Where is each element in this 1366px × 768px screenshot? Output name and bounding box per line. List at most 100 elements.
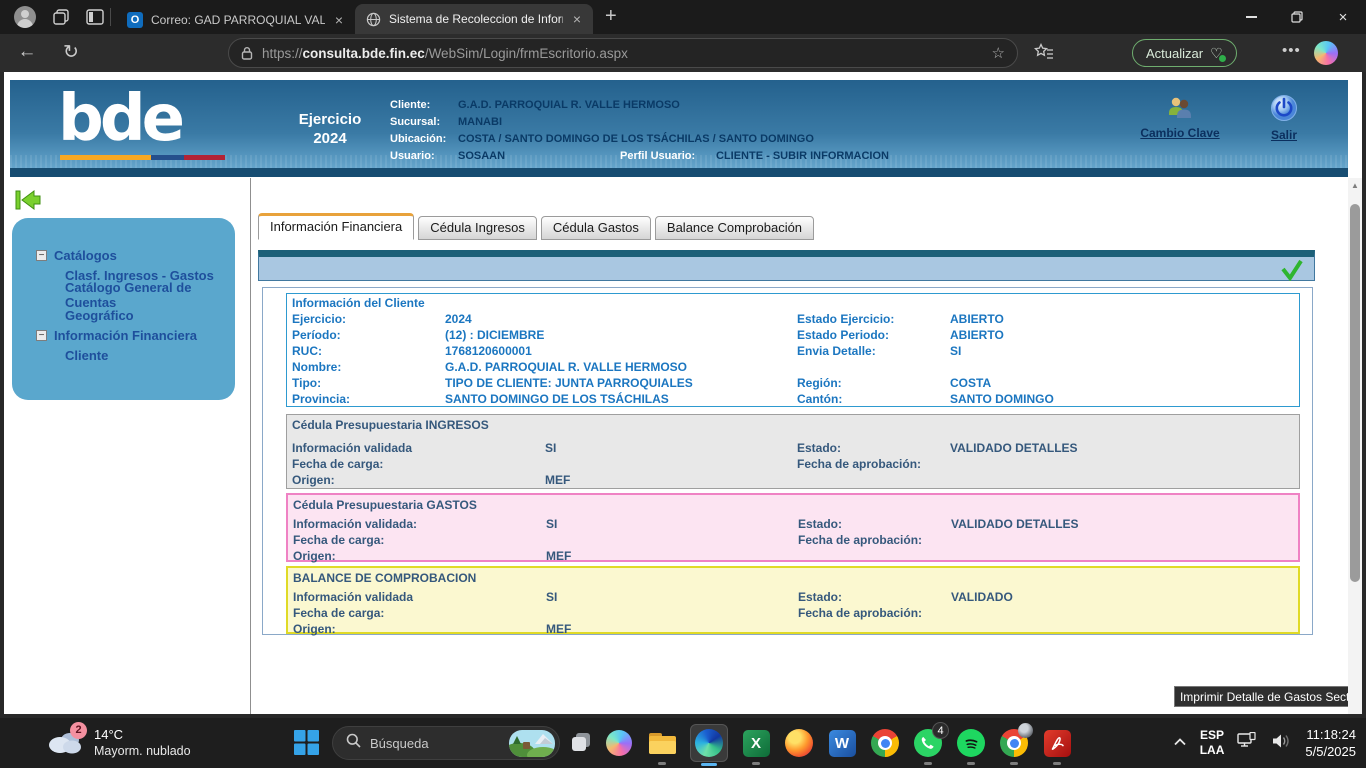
field-label: Tipo: [292,376,445,390]
field-label: Envia Detalle: [797,344,950,358]
field-label: Período: [292,328,445,342]
whatsapp-badge: 4 [932,722,949,739]
actualizar-button[interactable]: Actualizar ♡ [1132,39,1237,67]
sidebar-item-catalogo-general-cuentas[interactable]: Catálogo General de Cuentas [12,285,235,305]
collapse-box-icon[interactable]: − [36,330,47,341]
field-label: RUC: [292,344,445,358]
tab-close-icon[interactable]: × [571,11,583,27]
window-close-button[interactable]: × [1320,0,1366,34]
field-value: 1768120600001 [445,344,797,358]
browser-tab-sistema[interactable]: Sistema de Recoleccion de Inform × [355,4,593,34]
field-label: Cantón: [797,392,950,406]
search-input[interactable]: Búsqueda [332,726,560,760]
sidebar-item-catalogos[interactable]: −Catálogos [12,245,235,265]
outlook-icon: O [127,12,143,28]
start-button[interactable] [294,730,319,760]
back-button[interactable]: ← [14,41,40,63]
tray-chevron-icon[interactable] [1173,734,1187,752]
sidebar-item-cliente[interactable]: Cliente [12,345,235,365]
spotify-app-icon[interactable] [956,728,986,758]
bde-logo-underline [60,155,225,160]
url-text: https://consulta.bde.fin.ec/WebSim/Login… [262,46,983,61]
tab-informacion-financiera[interactable]: Información Financiera [258,213,414,240]
field-value: SI [546,517,798,531]
search-highlight-image[interactable] [509,730,555,757]
copilot-app-icon[interactable] [604,728,634,758]
window-restore-button[interactable] [1274,0,1320,34]
copilot-icon[interactable] [1314,41,1338,65]
field-value: SANTO DOMINGO DE LOS TSÁCHILAS [445,392,797,406]
weather-desc: Mayorm. nublado [94,743,191,760]
section-title: Cédula Presupuestaria GASTOS [288,495,1298,516]
new-tab-button[interactable]: + [605,5,617,28]
scrollbar-thumb[interactable] [1350,204,1360,582]
firefox-app-icon[interactable] [784,728,814,758]
file-explorer-icon[interactable] [647,728,677,758]
scrollbar-up-arrow[interactable]: ▲ [1348,178,1362,194]
field-value: G.A.D. PARROQUIAL R. VALLE HERMOSO [458,99,680,111]
web-page: bde Ejercicio 2024 Cliente:G.A.D. PARROQ… [0,72,1366,718]
content-tabs: Información Financiera Cédula Ingresos C… [258,213,814,240]
weather-widget[interactable]: 2 14°C Mayorm. nublado [46,726,191,760]
collapse-menu-arrow-icon[interactable] [14,188,42,217]
salir-link[interactable]: Salir [1254,94,1314,142]
tab-cedula-ingresos[interactable]: Cédula Ingresos [418,216,537,240]
weather-cloud-icon: 2 [46,727,84,760]
whatsapp-app-icon[interactable]: 4 [913,728,943,758]
screen: O Correo: GAD PARROQUIAL VALLE × Sistema… [0,0,1366,768]
field-value: CLIENTE - SUBIR INFORMACION [716,150,889,162]
favorites-bar-icon[interactable] [1034,43,1054,66]
users-icon [1163,109,1197,123]
field-label: Usuario: [390,150,458,162]
window-minimize-button[interactable] [1228,0,1274,34]
field-value: COSTA / SANTO DOMINGO DE LOS TSÁCHILAS /… [458,133,814,145]
bookmark-star-icon[interactable]: ☆ [992,44,1005,62]
field-value: VALIDADO DETALLES [951,517,1298,531]
clock-widget[interactable]: 11:18:24 5/5/2025 [1305,726,1356,760]
field-value: TIPO DE CLIENTE: JUNTA PARROQUIALES [445,376,797,390]
task-view-icon[interactable] [570,731,592,758]
field-label: Fecha de aprobación: [798,533,951,547]
tab-cedula-gastos[interactable]: Cédula Gastos [541,216,651,240]
cambio-clave-link[interactable]: Cambio Clave [1130,96,1230,140]
header-fields: Cliente:G.A.D. PARROQUIAL R. VALLE HERMO… [390,96,889,164]
vertical-tabs-icon[interactable] [86,9,104,25]
acrobat-app-icon[interactable] [1042,728,1072,758]
field-label: Estado Periodo: [797,328,950,342]
workspaces-icon[interactable] [52,8,70,26]
field-value: COSTA [950,376,1299,390]
field-label: Perfil Usuario: [620,150,716,162]
network-icon[interactable] [1237,732,1259,755]
ejercicio-label: Ejercicio 2024 [270,110,390,148]
browser-tab-correo[interactable]: O Correo: GAD PARROQUIAL VALLE × [117,6,355,34]
volume-icon[interactable] [1272,733,1292,754]
field-label: Estado Ejercicio: [797,312,950,326]
field-label: Ejercicio: [292,312,445,326]
collapse-box-icon[interactable]: − [36,250,47,261]
browser-menu-button[interactable]: ••• [1282,42,1301,59]
edge-app-icon[interactable] [690,724,728,762]
field-label: Provincia: [292,392,445,406]
page-scrollbar[interactable]: ▲ [1348,178,1362,714]
field-label: Información validada [292,441,545,455]
field-value: MEF [546,549,798,563]
word-app-icon[interactable]: W [827,728,857,758]
refresh-button[interactable]: ↻ [58,41,84,64]
section-title: BALANCE DE COMPROBACION [288,568,1298,589]
language-indicator[interactable]: ESP LAA [1200,728,1225,758]
chrome-app-icon[interactable] [870,728,900,758]
chrome-profile-app-icon[interactable] [999,728,1029,758]
field-label: Fecha de carga: [292,457,545,471]
field-label: Fecha de carga: [293,606,546,620]
tray-time: 11:18:24 [1305,726,1356,743]
field-value: MEF [545,473,797,487]
profile-avatar[interactable] [14,6,36,28]
excel-app-icon[interactable]: X [741,728,771,758]
browser-toolbar: ← ↻ https://consulta.bde.fin.ec/WebSim/L… [0,34,1366,72]
tab-close-icon[interactable]: × [333,12,345,28]
sidebar-item-informacion-financiera[interactable]: −Información Financiera [12,325,235,345]
taskbar-apps: X W 4 [604,728,1072,758]
address-bar[interactable]: https://consulta.bde.fin.ec/WebSim/Login… [228,38,1018,68]
tab-balance-comprobacion[interactable]: Balance Comprobación [655,216,814,240]
field-value: 2024 [445,312,797,326]
